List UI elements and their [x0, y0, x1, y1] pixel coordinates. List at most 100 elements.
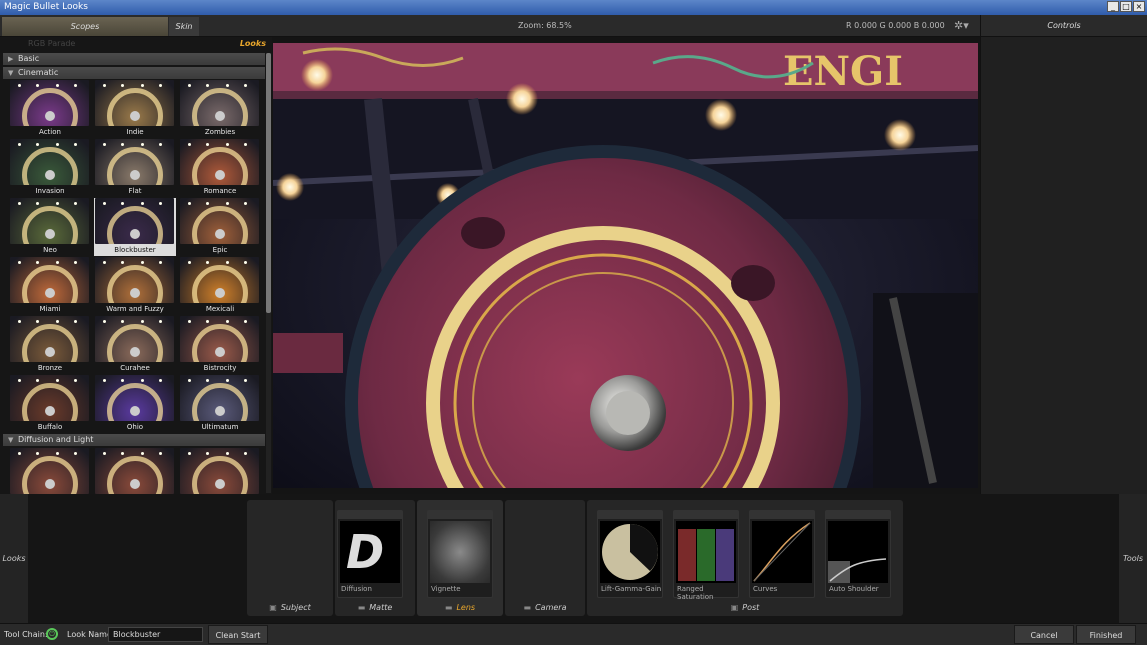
look-thumbnail-label: Flat — [128, 187, 142, 195]
bulb-mark — [141, 143, 144, 146]
look-thumbnail-label: Bistrocity — [203, 364, 237, 372]
hub-mark — [45, 170, 55, 180]
tab-skin[interactable]: Skin — [169, 17, 199, 36]
look-thumbnail[interactable] — [179, 448, 261, 494]
look-thumbnail[interactable]: Invasion — [9, 139, 91, 197]
group-post[interactable]: Lift-Gamma-Gain Ranged Saturation Curves… — [587, 500, 903, 616]
auto-shoulder-icon — [828, 521, 888, 583]
bulb-mark — [56, 452, 59, 455]
bulb-mark — [188, 379, 191, 382]
tool-vignette[interactable]: Vignette — [427, 510, 493, 598]
look-preview-image — [95, 139, 174, 185]
looks-scrollbar[interactable] — [266, 53, 271, 493]
look-thumbnail[interactable]: Romance — [179, 139, 261, 197]
group-label: ▣ Subject — [247, 603, 333, 613]
look-thumbnail[interactable]: Miami — [9, 257, 91, 315]
bulb-mark — [244, 202, 247, 205]
minimize-button[interactable]: _ — [1107, 1, 1119, 12]
look-thumbnail[interactable]: Curahee — [94, 316, 176, 374]
bulb-mark — [188, 202, 191, 205]
look-preview-image — [180, 198, 259, 244]
bulb-mark — [188, 261, 191, 264]
finished-button[interactable]: Finished — [1076, 625, 1136, 644]
look-thumbnail[interactable]: Epic — [179, 198, 261, 256]
look-thumbnail[interactable]: Blockbuster — [94, 198, 176, 256]
look-thumbnail[interactable]: Bronze — [9, 316, 91, 374]
tab-scopes[interactable]: Scopes — [2, 17, 168, 36]
bulb-mark — [103, 379, 106, 382]
title-bar: Magic Bullet Looks _ □ × — [0, 0, 1147, 15]
looks-side-tab[interactable]: Looks — [0, 494, 28, 623]
scrollbar-thumb[interactable] — [266, 53, 271, 313]
group-label: ▬ Camera — [505, 603, 585, 613]
look-thumbnail[interactable]: Flat — [94, 139, 176, 197]
gear-icon[interactable]: ✲▾ — [954, 15, 969, 37]
look-thumbnail-label: Buffalo — [37, 423, 63, 431]
look-thumbnail[interactable]: Indie — [94, 80, 176, 138]
look-thumbnail[interactable] — [9, 448, 91, 494]
post-icon: ▣ — [730, 603, 739, 612]
look-thumbnail[interactable] — [94, 448, 176, 494]
group-matte[interactable]: D Diffusion ▬ Matte — [335, 500, 415, 616]
look-thumbnail[interactable]: Bistrocity — [179, 316, 261, 374]
bulb-mark — [74, 379, 77, 382]
look-thumbnail[interactable]: Ohio — [94, 375, 176, 433]
category-label: Cinematic — [18, 68, 59, 77]
category-cinematic[interactable]: ▼ Cinematic — [3, 67, 265, 79]
look-thumbnail[interactable]: Action — [9, 80, 91, 138]
look-name-input[interactable] — [108, 627, 203, 642]
look-thumbnail[interactable]: Neo — [9, 198, 91, 256]
hub-mark — [130, 111, 140, 121]
tool-ranged-saturation[interactable]: Ranged Saturation — [673, 510, 739, 601]
power-icon[interactable]: ⏻ — [46, 628, 58, 640]
group-camera[interactable]: ▬ Camera — [505, 500, 585, 616]
bulb-mark — [74, 202, 77, 205]
tool-auto-shoulder[interactable]: Auto Shoulder — [825, 510, 891, 598]
bulb-mark — [159, 320, 162, 323]
bulb-mark — [159, 84, 162, 87]
tool-label: Auto Shoulder — [829, 585, 879, 593]
hub-mark — [215, 479, 225, 489]
bulb-mark — [141, 452, 144, 455]
bulb-mark — [188, 84, 191, 87]
lift-gamma-gain-icon — [600, 521, 660, 583]
look-thumbnail[interactable]: Warm and Fuzzy — [94, 257, 176, 315]
diffusion-icon: D — [340, 521, 400, 583]
tool-header — [338, 511, 402, 519]
category-diffusion-and-light[interactable]: ▼ Diffusion and Light — [3, 434, 265, 446]
group-matte-label: Matte — [369, 603, 393, 612]
look-preview-image — [95, 375, 174, 421]
auto-shoulder-graphic — [828, 558, 887, 583]
look-thumbnail[interactable]: Buffalo — [9, 375, 91, 433]
look-thumbnail-label: Bronze — [37, 364, 63, 372]
hub-mark — [45, 229, 55, 239]
category-basic[interactable]: ▶ Basic — [3, 53, 265, 65]
group-lens[interactable]: Vignette ▬ Lens — [417, 500, 503, 616]
curves-graphic — [753, 522, 811, 582]
cancel-button[interactable]: Cancel — [1014, 625, 1074, 644]
lift-gamma-gain-graphic — [602, 524, 658, 580]
scope-ghost-label: RGB Parade — [28, 39, 76, 48]
look-thumbnail-label: Blockbuster — [114, 246, 156, 254]
maximize-button[interactable]: □ — [1120, 1, 1132, 12]
tool-curves[interactable]: Curves — [749, 510, 815, 598]
tool-label: Diffusion — [341, 585, 372, 593]
look-preview-image — [180, 257, 259, 303]
look-thumbnail[interactable]: Zombies — [179, 80, 261, 138]
tools-side-tab[interactable]: Tools — [1119, 494, 1147, 623]
tool-header — [428, 511, 492, 519]
bulb-mark — [244, 320, 247, 323]
group-subject[interactable]: ▣ Subject — [247, 500, 333, 616]
bulb-mark — [18, 320, 21, 323]
diffusion-glyph: D — [346, 525, 385, 579]
preview-image: ENGI — [273, 43, 978, 488]
bulb-mark — [226, 143, 229, 146]
tool-diffusion[interactable]: D Diffusion — [337, 510, 403, 598]
look-thumbnail-label: Neo — [43, 246, 57, 254]
clean-start-button[interactable]: Clean Start — [208, 625, 268, 644]
look-thumbnail[interactable]: Mexicali — [179, 257, 261, 315]
look-thumbnail[interactable]: Ultimatum — [179, 375, 261, 433]
preview-viewer[interactable]: ENGI — [272, 37, 980, 494]
close-button[interactable]: × — [1133, 1, 1145, 12]
tool-lift-gamma-gain[interactable]: Lift-Gamma-Gain — [597, 510, 663, 598]
